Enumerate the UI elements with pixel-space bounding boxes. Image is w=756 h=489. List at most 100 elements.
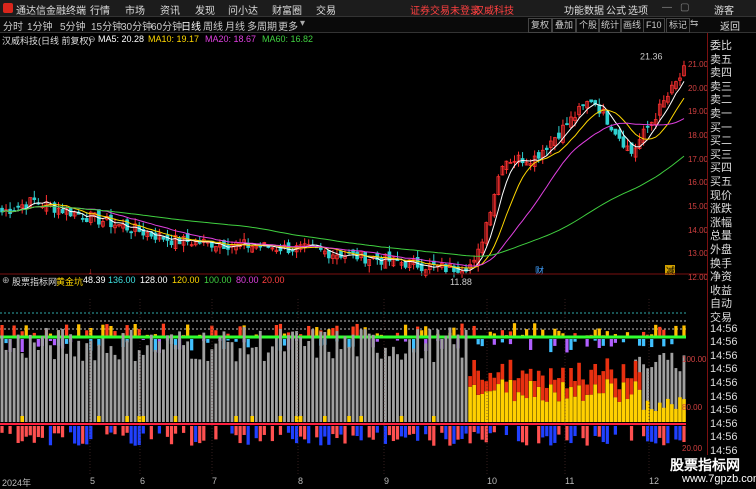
menu-shuju[interactable]: 数据: [584, 2, 604, 17]
login-warning[interactable]: 证券交易未登录: [410, 2, 480, 17]
indicator-red-bar: [541, 376, 545, 401]
user-label[interactable]: 游客: [714, 2, 734, 17]
menu-hangqing[interactable]: 行情: [90, 2, 110, 17]
menu-faxian[interactable]: 发现: [195, 2, 215, 17]
indicator-bottom-bar: [279, 426, 282, 435]
tab-monthly[interactable]: 月线: [225, 18, 245, 33]
candle-body: [319, 248, 322, 249]
menu-caifuquan[interactable]: 财富圈: [272, 2, 302, 17]
menu-jiaoyi[interactable]: 交易: [316, 2, 336, 17]
indicator-grey-bar: [263, 361, 266, 422]
tab-5min[interactable]: 5分钟: [60, 18, 86, 33]
indicator-bottom-bar: [327, 426, 330, 445]
indicator-grey-bar: [340, 349, 343, 422]
indicator-red-bar: [638, 372, 642, 390]
indicator-bottom-bar: [307, 426, 310, 443]
indicator-yellow-bar: [521, 395, 525, 422]
indicator-yellow-bar: [533, 397, 537, 422]
ma5-label: MA5: 20.28: [98, 34, 144, 44]
indicator-grey-bar: [190, 359, 193, 422]
tab-multiperiod[interactable]: 多周期: [247, 18, 277, 33]
menu-shichang[interactable]: 市场: [125, 2, 145, 17]
indicator-bottom-bar: [428, 426, 431, 440]
indicator-down-bar: [142, 339, 145, 340]
btn-f10[interactable]: F10: [643, 18, 665, 33]
indicator-bottom-bar: [666, 426, 669, 443]
menu-gongneng[interactable]: 功能: [564, 2, 584, 17]
indicator-grey-bar: [29, 335, 32, 422]
indicator-bottom-bar: [545, 426, 548, 436]
indicator-red-bar: [573, 381, 577, 397]
minimize-icon[interactable]: —: [662, 2, 672, 13]
back-button[interactable]: 返回: [720, 18, 740, 33]
tab-1min[interactable]: 1分钟: [27, 18, 53, 33]
indicator-bottom-bar: [351, 426, 354, 436]
indicator-grey-bar: [53, 359, 56, 422]
indicator-grey-bar: [142, 355, 145, 422]
quote-panel-row: 14:56: [710, 350, 738, 362]
indicator-bottom-bar: [299, 426, 302, 437]
indicator-grey-bar: [57, 330, 60, 422]
tab-daily[interactable]: 日线: [181, 18, 201, 33]
indicator-yellow-bar: [525, 398, 529, 422]
title-bar: 通达信金融终端 行情 市场 资讯 发现 问小达 财富圈 交易 证券交易未登录 汉…: [0, 0, 756, 17]
indicator-bottom-bar: [396, 426, 399, 440]
indicator-bottom-bar: [29, 426, 32, 435]
tab-15min[interactable]: 15分钟: [91, 18, 122, 33]
quote-panel-row: 14:56: [710, 336, 738, 348]
indicator-grey-bar: [5, 350, 8, 422]
restore-icon[interactable]: ▢: [680, 2, 689, 13]
indicator-settings-icon[interactable]: ⊕: [2, 275, 10, 286]
indicator-yellow-bar: [549, 384, 553, 422]
btn-huaxian[interactable]: 画线: [620, 18, 644, 33]
indicator-bottom-bar: [263, 426, 266, 435]
indicator-bottom-bar: [61, 426, 64, 437]
indicator-bottom-bar: [142, 426, 145, 434]
tab-fenshi[interactable]: 分时: [3, 18, 23, 33]
menu-zixun[interactable]: 资讯: [160, 2, 180, 17]
indicator-yellow-bar: [505, 393, 509, 422]
ma60-line: [2, 156, 684, 256]
menu-wenxiaoda[interactable]: 问小达: [228, 2, 258, 17]
indicator-down-bar: [586, 339, 589, 347]
tab-60min[interactable]: 60分钟: [151, 18, 182, 33]
watermark-text: 股票指标网: [670, 455, 740, 475]
kline-chart[interactable]: 21.3611.88财减↓: [0, 46, 707, 476]
tab-weekly[interactable]: 周线: [203, 18, 223, 33]
indicator-grey-bar: [118, 359, 121, 422]
indicator-red-bar: [497, 372, 501, 384]
indicator-grey-bar: [291, 332, 294, 422]
indicator-bottom-bar: [586, 426, 589, 446]
indicator-grey-bar: [348, 347, 351, 422]
btn-gegu[interactable]: 个股: [576, 18, 600, 33]
more-chevron-icon[interactable]: ▾: [300, 18, 305, 29]
tab-30min[interactable]: 30分钟: [121, 18, 152, 33]
indicator-yellow-bar: [472, 385, 476, 422]
price-tick-label: 19.00: [688, 107, 708, 116]
indicator-yellow-bar: [670, 404, 674, 422]
btn-tongji[interactable]: 统计: [598, 18, 622, 33]
indicator-grey-bar: [404, 354, 407, 422]
indicator-grey-bar: [235, 361, 238, 422]
date-tick-label: 8: [298, 476, 303, 486]
indicator-grey-bar: [174, 345, 177, 422]
indicator-top-bar: [186, 325, 189, 337]
menu-gongshi[interactable]: 公式: [606, 2, 626, 17]
collapse-icon[interactable]: ⊖: [88, 34, 96, 45]
btn-biaoji[interactable]: 标记: [666, 18, 690, 33]
indicator-grey-bar: [255, 347, 258, 422]
quote-panel-row: 14:56: [710, 323, 738, 335]
indicator-yellow-bar: [250, 416, 254, 422]
date-tick-label: 11: [565, 476, 574, 486]
menu-xuanxiang[interactable]: 选项: [628, 2, 648, 17]
btn-fuquan[interactable]: 复权: [528, 18, 552, 33]
indicator-bottom-bar: [553, 426, 556, 443]
candle-body: [81, 218, 84, 219]
arrows-icon[interactable]: ⇆: [690, 18, 698, 29]
indicator-grey-bar: [360, 330, 363, 422]
tab-more[interactable]: 更多: [278, 18, 298, 33]
indicator-bottom-bar: [368, 426, 371, 437]
indscale-100: 100.00: [682, 355, 706, 364]
btn-diejia[interactable]: 叠加: [552, 18, 576, 33]
candle-body: [380, 258, 383, 264]
